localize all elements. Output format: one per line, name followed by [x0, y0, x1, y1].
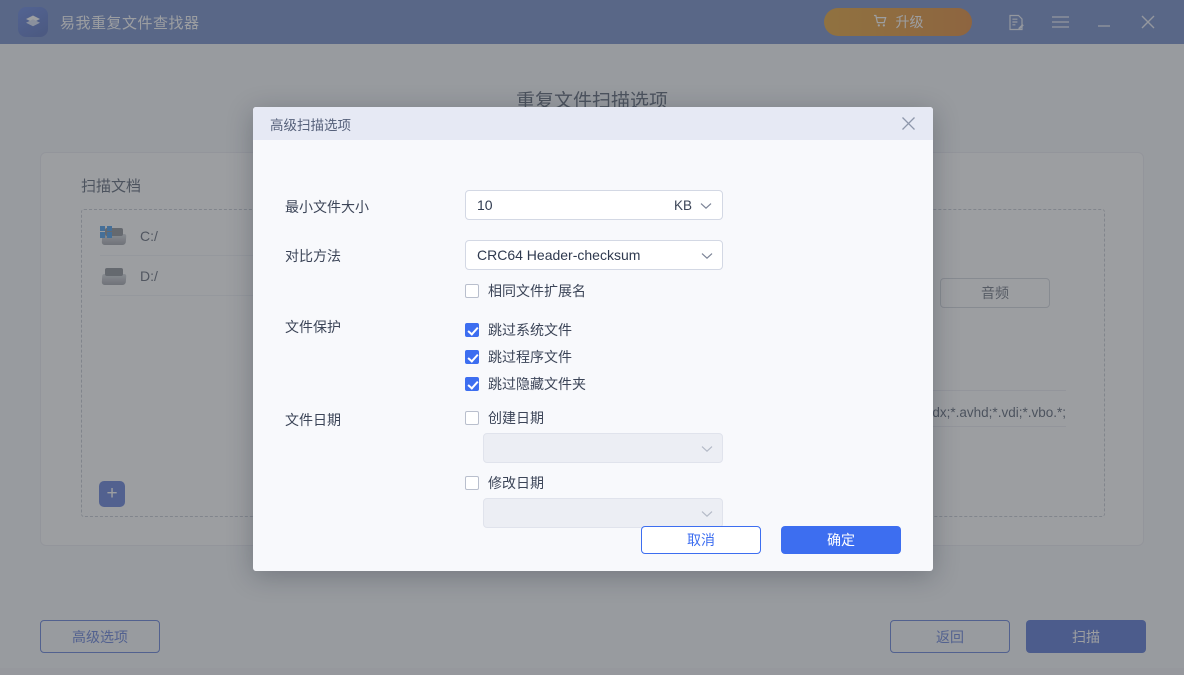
min-file-size-input[interactable]: 10 KB — [465, 190, 723, 220]
chevron-down-icon[interactable] — [700, 197, 712, 213]
skip-program-files-label: 跳过程序文件 — [488, 349, 572, 365]
compare-method-field[interactable]: CRC64 Header-checksum — [465, 240, 723, 270]
min-file-size-field[interactable]: 10 KB — [465, 190, 723, 220]
advanced-scan-options-dialog: 高级扫描选项 最小文件大小 10 KB 对比方法 CRC64 Header-ch… — [253, 107, 933, 571]
dialog-cancel-button[interactable]: 取消 — [641, 526, 761, 554]
min-file-size-label: 最小文件大小 — [285, 199, 369, 215]
checkbox-box — [465, 377, 479, 391]
compare-method-label: 对比方法 — [285, 248, 341, 264]
created-date-field — [483, 433, 723, 463]
close-icon[interactable] — [893, 111, 923, 137]
created-date-select — [483, 433, 723, 463]
modified-date-label: 修改日期 — [488, 475, 544, 491]
dialog-body: 最小文件大小 10 KB 对比方法 CRC64 Header-checksum … — [253, 140, 933, 571]
skip-system-files-checkbox[interactable]: 跳过系统文件 — [465, 320, 572, 340]
compare-method-value: CRC64 Header-checksum — [477, 247, 641, 263]
dialog-title: 高级扫描选项 — [270, 117, 351, 133]
same-extension-checkbox[interactable]: 相同文件扩展名 — [465, 281, 586, 301]
file-protection-label: 文件保护 — [285, 319, 341, 335]
compare-method-select[interactable]: CRC64 Header-checksum — [465, 240, 723, 270]
file-date-label: 文件日期 — [285, 412, 341, 428]
checkbox-box — [465, 323, 479, 337]
dialog-footer: 取消 确定 — [253, 509, 933, 571]
dialog-confirm-button[interactable]: 确定 — [781, 526, 901, 554]
skip-hidden-folders-label: 跳过隐藏文件夹 — [488, 376, 586, 392]
min-file-size-value: 10 — [477, 197, 493, 213]
checkbox-box — [465, 350, 479, 364]
checkbox-box — [465, 476, 479, 490]
chevron-down-icon — [701, 440, 713, 456]
checkbox-box — [465, 411, 479, 425]
dialog-header: 高级扫描选项 — [253, 107, 933, 140]
created-date-label: 创建日期 — [488, 410, 544, 426]
chevron-down-icon[interactable] — [701, 247, 713, 263]
modified-date-checkbox[interactable]: 修改日期 — [465, 473, 544, 493]
skip-system-files-label: 跳过系统文件 — [488, 322, 572, 338]
skip-program-files-checkbox[interactable]: 跳过程序文件 — [465, 347, 572, 367]
checkbox-box — [465, 284, 479, 298]
min-file-size-unit: KB — [673, 197, 692, 213]
created-date-checkbox[interactable]: 创建日期 — [465, 408, 544, 428]
same-extension-label: 相同文件扩展名 — [488, 283, 586, 299]
skip-hidden-folders-checkbox[interactable]: 跳过隐藏文件夹 — [465, 374, 586, 394]
